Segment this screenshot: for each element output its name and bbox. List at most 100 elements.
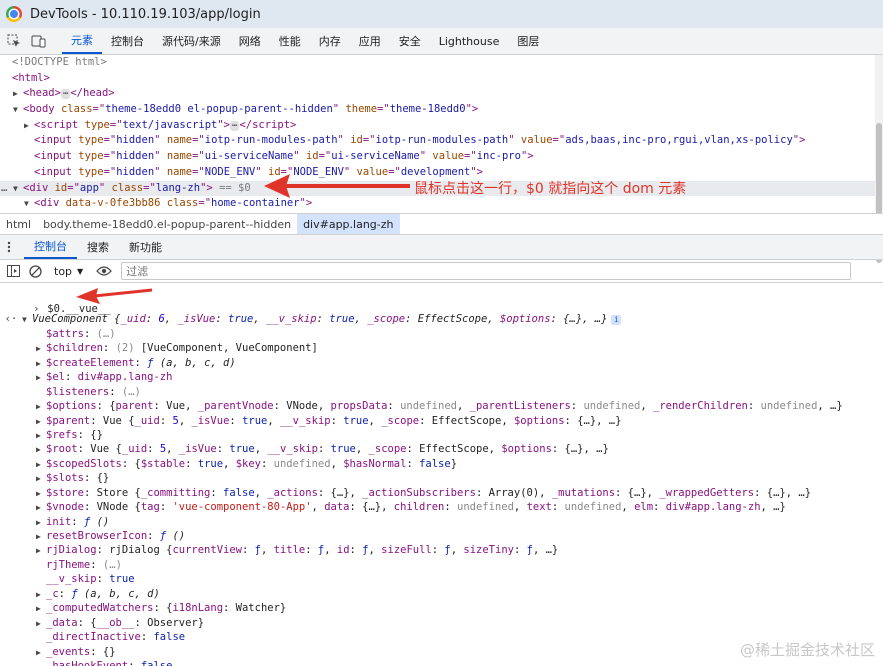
dom-node-line[interactable]: ▼ <body class="theme-18edd0 el-popup-pare… <box>0 102 875 118</box>
collapsed-triangle-icon[interactable]: ▶ <box>36 443 46 457</box>
collapsed-triangle-icon[interactable]: ▶ <box>36 371 46 385</box>
collapsed-triangle-icon[interactable]: ▶ <box>13 86 23 102</box>
window-titlebar: DevTools - 10.110.19.103/app/login <box>0 0 883 28</box>
console-property-line[interactable]: ▶ resetBrowserIcon: ƒ () <box>0 529 883 543</box>
collapsed-triangle-icon[interactable]: ▶ <box>36 472 46 486</box>
dom-node-line[interactable]: <!DOCTYPE html> <box>0 55 875 71</box>
dom-node-line[interactable]: <input type="hidden" name="iotp-run-modu… <box>0 133 875 149</box>
drawer-tab-1[interactable]: 搜索 <box>77 235 119 259</box>
console-property-line[interactable]: ‹· ▼ VueComponent {_uid: 6, _isVue: true, … <box>0 312 883 326</box>
console-property-text: _events: {} <box>46 645 116 658</box>
elements-scrollbar[interactable] <box>875 55 883 263</box>
console-property-text: $createElement: ƒ (a, b, c, d) <box>46 356 236 369</box>
tab-2[interactable]: 源代码/来源 <box>153 28 230 54</box>
console-property-line[interactable]: rjTheme: (…) <box>0 558 883 572</box>
dom-node-line[interactable]: ▶ <script type="text/javascript"> ⋯ </scrip… <box>0 118 875 134</box>
expanded-triangle-icon[interactable]: ▼ <box>22 313 32 327</box>
tab-3[interactable]: 网络 <box>230 28 270 54</box>
clear-console-icon[interactable] <box>26 262 44 280</box>
collapsed-triangle-icon[interactable]: ▶ <box>36 342 46 356</box>
collapsed-triangle-icon[interactable]: ▶ <box>36 602 46 616</box>
collapsed-triangle-icon[interactable]: ▶ <box>36 646 46 660</box>
console-property-line[interactable]: ▶ init: ƒ () <box>0 515 883 529</box>
console-property-line[interactable]: ▶ $el: div#app.lang-zh <box>0 370 883 384</box>
device-toolbar-icon[interactable] <box>28 31 48 51</box>
console-property-line[interactable]: ▶ $parent: Vue {_uid: 5, _isVue: true, __… <box>0 414 883 428</box>
collapsed-triangle-icon[interactable]: ▶ <box>36 544 46 558</box>
expanded-triangle-icon[interactable]: ▼ <box>13 181 23 197</box>
console-property-line[interactable]: ▶ $slots: {} <box>0 471 883 485</box>
console-output: › $0.__vue__ ‹· ▼ VueComponent {_uid: 6, _i… <box>0 284 883 666</box>
console-property-line[interactable]: ▶ $children: (2) [VueComponent, VueCompon… <box>0 341 883 355</box>
tab-8[interactable]: Lighthouse <box>430 28 509 54</box>
window-title: DevTools - 10.110.19.103/app/login <box>30 6 261 22</box>
collapsed-triangle-icon[interactable]: ▶ <box>36 487 46 501</box>
breadcrumb-item[interactable]: body.theme-18edd0.el-popup-parent--hidde… <box>37 214 297 234</box>
collapsed-triangle-icon[interactable]: ▶ <box>36 516 46 530</box>
drawer-menu-icon[interactable] <box>2 237 16 257</box>
console-property-line[interactable]: __v_skip: true <box>0 572 883 586</box>
console-property-text: VueComponent {_uid: 6, _isVue: true, __v… <box>32 313 622 326</box>
console-property-text: $store: Store {_committing: false, _acti… <box>46 486 812 499</box>
console-property-line[interactable]: ▶ _data: {__ob__: Observer} <box>0 616 883 630</box>
dom-node-line[interactable]: <html> <box>0 71 875 87</box>
tab-1[interactable]: 控制台 <box>102 28 153 54</box>
tab-4[interactable]: 性能 <box>270 28 310 54</box>
console-property-text: $slots: {} <box>46 472 110 485</box>
breadcrumb-item[interactable]: html <box>0 214 37 234</box>
inspect-element-icon[interactable] <box>4 31 24 51</box>
console-property-text: rjTheme: (…) <box>46 558 122 571</box>
console-property-line[interactable]: $listeners: (…) <box>0 385 883 399</box>
console-property-line[interactable]: ▶ $vnode: VNode {tag: 'vue-component-80-A… <box>0 500 883 514</box>
console-property-line[interactable]: ▶ $createElement: ƒ (a, b, c, d) <box>0 356 883 370</box>
collapsed-triangle-icon[interactable]: ▶ <box>36 400 46 414</box>
console-property-text: _directInactive: false <box>46 631 186 644</box>
breadcrumb-item[interactable]: div#app.lang-zh <box>297 214 400 234</box>
console-property-text: rjDialog: rjDialog {currentView: ƒ, titl… <box>46 544 559 557</box>
tab-6[interactable]: 应用 <box>350 28 390 54</box>
console-property-text: $listeners: (…) <box>46 385 141 398</box>
drawer-tab-0[interactable]: 控制台 <box>24 235 77 259</box>
collapsed-triangle-icon[interactable]: ▶ <box>36 415 46 429</box>
devtools-tabbar: 元素 控制台 源代码/来源 网络 性能 内存 应用 安全 Lighthouse 图层 <box>0 28 883 55</box>
context-selector[interactable]: top ▼ <box>54 265 83 278</box>
sidebar-toggle-icon[interactable] <box>4 262 22 280</box>
console-property-line[interactable]: $attrs: (…) <box>0 327 883 341</box>
tab-5[interactable]: 内存 <box>310 28 350 54</box>
drawer-tabbar: 控制台 搜索 新功能 <box>0 235 883 260</box>
collapsed-triangle-icon[interactable]: ▶ <box>36 458 46 472</box>
chrome-logo-icon <box>6 6 22 22</box>
console-property-text: $options: {parent: Vue, _parentVnode: VN… <box>46 400 843 413</box>
console-property-line[interactable]: ▶ _computedWatchers: {i18nLang: Watcher} <box>0 601 883 615</box>
console-property-text: $root: Vue {_uid: 5, _isVue: true, __v_s… <box>46 443 609 456</box>
tab-0[interactable]: 元素 <box>62 28 102 54</box>
collapsed-triangle-icon[interactable]: ▶ <box>36 429 46 443</box>
console-property-text: $attrs: (…) <box>46 327 116 340</box>
expanded-triangle-icon[interactable]: ▼ <box>24 196 34 211</box>
tab-9[interactable]: 图层 <box>508 28 548 54</box>
dom-node-markup: <head> ⋯ </head> <box>23 87 115 100</box>
console-property-line[interactable]: ▶ _c: ƒ (a, b, c, d) <box>0 587 883 601</box>
filter-input[interactable] <box>121 262 852 280</box>
tab-7[interactable]: 安全 <box>390 28 430 54</box>
collapsed-triangle-icon[interactable]: ▶ <box>24 118 34 134</box>
console-property-line[interactable]: ▶ $refs: {} <box>0 428 883 442</box>
collapsed-triangle-icon[interactable]: ▶ <box>36 357 46 371</box>
collapsed-triangle-icon[interactable]: ▶ <box>36 501 46 515</box>
console-property-line[interactable]: ▶ $store: Store {_committing: false, _act… <box>0 486 883 500</box>
dom-node-markup: <body class="theme-18edd0 el-popup-paren… <box>23 103 479 116</box>
collapsed-triangle-icon[interactable]: ▶ <box>36 617 46 631</box>
dom-node-line[interactable]: ▼ <div data-v-0fe3bb86 class="home-contai… <box>0 196 875 211</box>
devtools-tabs: 元素 控制台 源代码/来源 网络 性能 内存 应用 安全 Lighthouse 图层 <box>62 28 548 54</box>
dom-node-line[interactable]: <input type="hidden" name="ui-serviceNam… <box>0 149 875 165</box>
drawer-tab-2[interactable]: 新功能 <box>119 235 172 259</box>
dom-node-line[interactable]: ▶ <head> ⋯ </head> <box>0 86 875 102</box>
console-property-line[interactable]: ▶ rjDialog: rjDialog {currentView: ƒ, tit… <box>0 543 883 557</box>
console-property-line[interactable]: ▶ $options: {parent: Vue, _parentVnode: V… <box>0 399 883 413</box>
expanded-triangle-icon[interactable]: ▼ <box>13 102 23 118</box>
console-property-line[interactable]: ▶ $root: Vue {_uid: 5, _isVue: true, __v_… <box>0 442 883 456</box>
eye-icon[interactable] <box>95 262 113 280</box>
collapsed-triangle-icon[interactable]: ▶ <box>36 588 46 602</box>
collapsed-triangle-icon[interactable]: ▶ <box>36 530 46 544</box>
console-property-line[interactable]: ▶ $scopedSlots: {$stable: true, $key: und… <box>0 457 883 471</box>
